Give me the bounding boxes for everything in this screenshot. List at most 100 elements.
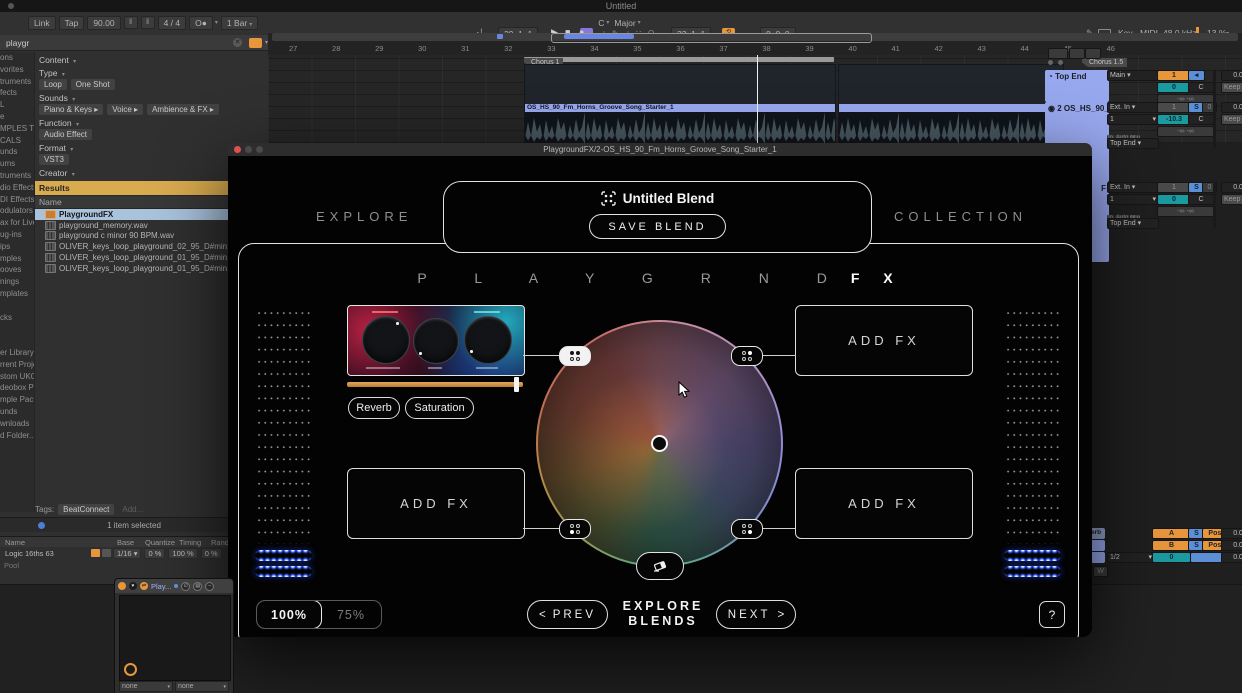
groove-commit-icon[interactable]: [91, 549, 100, 557]
fx-amount-slider[interactable]: [347, 382, 523, 387]
arrangement-overview[interactable]: [272, 33, 1238, 41]
track2-latency-option[interactable]: Keep Lat: [1221, 114, 1242, 125]
track3-gain[interactable]: 0.00: [1221, 182, 1242, 193]
chip-loop[interactable]: Loop: [39, 79, 67, 90]
main-gain[interactable]: 0.00: [1221, 552, 1242, 563]
mini-select-left[interactable]: none▾: [119, 681, 173, 692]
add-tag-button[interactable]: Add...: [122, 505, 143, 514]
tag-reverb[interactable]: Reverb: [348, 397, 400, 419]
mini-knob[interactable]: [124, 663, 137, 676]
set-box[interactable]: [1048, 48, 1068, 59]
track2-volume[interactable]: -10.3: [1157, 114, 1191, 125]
track1-gain[interactable]: 0.00: [1221, 70, 1242, 81]
clear-blend-button[interactable]: [636, 552, 684, 580]
mini-titlebar[interactable]: ♥ ⇄ Play... ∅ ▤ –: [115, 579, 233, 593]
metronome-button[interactable]: O●: [189, 16, 213, 30]
io-box[interactable]: [1085, 48, 1101, 59]
filter-function[interactable]: Function ▾: [39, 118, 268, 128]
main-name-sliver[interactable]: [1090, 552, 1105, 563]
track3-input-channel[interactable]: 1 ▾: [1107, 194, 1159, 205]
device-on-toggle[interactable]: [118, 582, 126, 590]
nudge-down-icon[interactable]: ‖: [124, 16, 138, 29]
tag-saturation[interactable]: Saturation: [405, 397, 474, 419]
tab-collection[interactable]: COLLECTION: [894, 209, 1027, 224]
track2-input-routing[interactable]: Ext. In ▾: [1107, 102, 1159, 113]
chip-voice[interactable]: Voice ▸: [107, 104, 143, 115]
filter-type[interactable]: Type ▾: [39, 68, 268, 78]
plugin-titlebar[interactable]: PlaygroundFX/2-OS_HS_90_Fm_Horns_Groove_…: [228, 143, 1092, 156]
save-preset-icon[interactable]: ▤: [193, 582, 202, 591]
favorite-heart-icon[interactable]: ♥: [129, 582, 137, 590]
window-control-dot[interactable]: [8, 3, 14, 9]
return-a-name-sliver[interactable]: erb: [1090, 528, 1105, 539]
beat-time-ruler[interactable]: 2728293031323334353637383940414243444546: [289, 44, 1115, 53]
track3-input-routing[interactable]: Ext. In ▾: [1107, 182, 1159, 193]
groove-timing[interactable]: 100 %: [168, 548, 197, 559]
blend-position-handle[interactable]: [651, 435, 668, 452]
explore-blends-label[interactable]: EXPLORE BLENDS: [613, 599, 713, 629]
slot-node-bottom-right[interactable]: [731, 519, 763, 539]
clip-name-bar[interactable]: OS_HS_90_Fm_Horns_Groove_Song_Starter_1: [525, 104, 835, 112]
mini-select-right[interactable]: none▾: [175, 681, 229, 692]
track1-volume[interactable]: 0: [1157, 82, 1191, 93]
return-b-gain[interactable]: 0.00: [1221, 540, 1242, 551]
clear-search-icon[interactable]: ✕: [233, 38, 242, 47]
chip-vst3[interactable]: VST3: [39, 154, 69, 165]
groove-random[interactable]: 0 %: [201, 548, 222, 559]
quantize-menu[interactable]: 1 Bar▾: [221, 16, 258, 30]
track1-pan[interactable]: C: [1188, 82, 1214, 93]
zoom-window-icon[interactable]: [256, 146, 263, 153]
zoom-75-button[interactable]: 75%: [321, 601, 381, 628]
minimize-window-icon[interactable]: [245, 146, 252, 153]
save-blend-button[interactable]: SAVE BLEND: [589, 214, 725, 239]
playhead[interactable]: [757, 55, 758, 143]
main-volume[interactable]: 0: [1152, 552, 1191, 563]
filter-icon[interactable]: [249, 38, 262, 48]
browser-sidebar[interactable]: onsvoritestrumentsfectsLeMPLES TO ICALSu…: [0, 52, 35, 512]
chip-ambience-fx[interactable]: Ambience & FX ▸: [147, 104, 219, 115]
track2-output-routing[interactable]: Top End ▾: [1107, 138, 1159, 149]
close-window-icon[interactable]: [234, 146, 241, 153]
groove-quantize[interactable]: 0 %: [144, 548, 165, 559]
nudge-up-icon[interactable]: ‖: [141, 16, 155, 29]
loop-region-bar[interactable]: [524, 57, 834, 62]
track1-speaker-toggle[interactable]: ◂: [1188, 70, 1205, 81]
slot-node-top-left[interactable]: [559, 346, 591, 366]
time-signature-field[interactable]: 4 / 4: [158, 16, 187, 30]
help-button[interactable]: ?: [1039, 601, 1065, 628]
return-b-send[interactable]: B: [1152, 540, 1191, 551]
scale-root-caret-icon[interactable]: ▾: [606, 19, 609, 26]
overview-scroll-thumb[interactable]: [564, 34, 634, 39]
scale-root[interactable]: C: [598, 18, 604, 28]
track-header-top-end[interactable]: ◔ Top End: [1045, 70, 1109, 102]
add-fx-slot-top-right[interactable]: ADD FX: [795, 305, 973, 376]
track3-pan[interactable]: C: [1188, 194, 1214, 205]
zoom-100-button[interactable]: 100%: [256, 600, 322, 629]
track2-input-channel[interactable]: 1 ▾: [1107, 114, 1159, 125]
clip-name-bar[interactable]: [839, 104, 1063, 112]
groove-base[interactable]: 1/16 ▾: [113, 548, 141, 559]
blend-name[interactable]: Untitled Blend: [623, 191, 715, 206]
fx-slot-loaded[interactable]: [347, 305, 525, 376]
filter-sounds[interactable]: Sounds ▾: [39, 93, 268, 103]
main-cue-out[interactable]: 1/2 ▾: [1107, 552, 1155, 563]
chip-piano-keys[interactable]: Piano & Keys ▸: [39, 104, 103, 115]
fx-amount-handle[interactable]: [514, 377, 519, 392]
audio-clip[interactable]: [838, 64, 1064, 145]
zoom-toggle[interactable]: 100% 75%: [256, 600, 382, 629]
next-blend-button[interactable]: NEXT >: [716, 600, 796, 629]
track1-output-routing[interactable]: Main ▾: [1107, 70, 1159, 81]
track1-latency-option[interactable]: Keep Lat: [1221, 82, 1242, 93]
scale-name-caret-icon[interactable]: ▾: [638, 19, 641, 26]
device-mini-window[interactable]: ♥ ⇄ Play... ∅ ▤ – none▾ none▾: [114, 578, 234, 693]
return-a-gain[interactable]: 0.00: [1221, 528, 1242, 539]
hot-swap-icon[interactable]: ⇄: [140, 582, 148, 590]
tab-explore[interactable]: EXPLORE: [316, 209, 412, 224]
add-fx-slot-bottom-right[interactable]: ADD FX: [795, 468, 973, 539]
track3-output-routing[interactable]: Top End ▾: [1107, 218, 1159, 229]
chip-one-shot[interactable]: One Shot: [71, 79, 115, 90]
track1-send-a[interactable]: 1: [1157, 70, 1191, 81]
track2-pan[interactable]: C: [1188, 114, 1214, 125]
metronome-caret-icon[interactable]: ▾: [215, 19, 218, 26]
slot-node-top-right[interactable]: [731, 346, 763, 366]
